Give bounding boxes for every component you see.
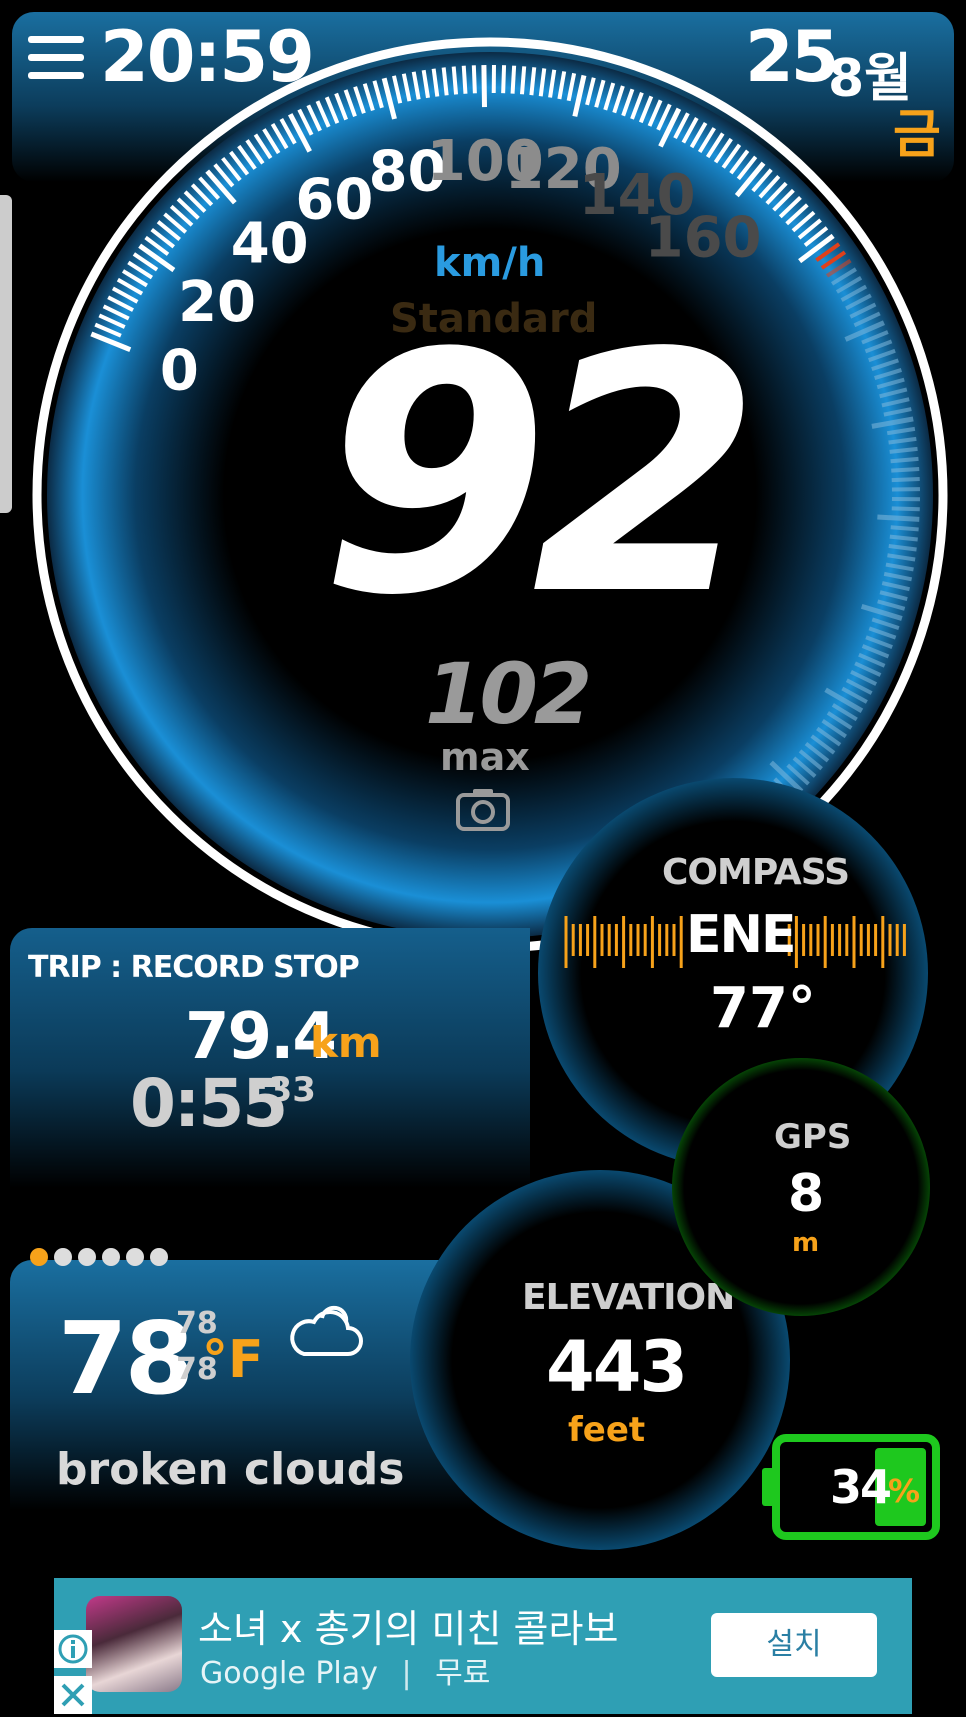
page-indicator[interactable]	[30, 1248, 174, 1270]
trip-seconds: :33	[255, 1070, 316, 1110]
compass-degrees: 77°	[710, 976, 816, 1041]
gauge-tick	[877, 514, 920, 522]
gauge-scale-label: 20	[178, 270, 256, 335]
gauge-tick	[471, 65, 477, 94]
gauge-tick	[891, 466, 920, 473]
page-dot[interactable]	[54, 1248, 72, 1266]
page-dot[interactable]	[102, 1248, 120, 1266]
gps-accuracy: 8	[788, 1164, 825, 1224]
ad-close-icon[interactable]	[54, 1676, 92, 1714]
gauge-scale-label: 160	[645, 206, 762, 271]
speed-unit: km/h	[434, 240, 546, 286]
gauge-tick	[891, 477, 920, 483]
page-dot[interactable]	[30, 1248, 48, 1266]
weather-description: broken clouds	[56, 1444, 405, 1495]
elevation-label: ELEVATION	[522, 1277, 735, 1318]
elevation-value: 443	[546, 1326, 688, 1408]
gauge-tick	[461, 65, 468, 94]
page-dot[interactable]	[150, 1248, 168, 1266]
gauge-scale-label: 60	[295, 167, 373, 232]
page-dot[interactable]	[78, 1248, 96, 1266]
camera-icon[interactable]	[455, 786, 511, 832]
gauge-tick	[510, 65, 517, 94]
battery-percent-sign: %	[888, 1472, 921, 1510]
temperature-unit: °F	[202, 1330, 264, 1390]
gauge-tick	[519, 66, 527, 95]
gauge-tick	[891, 506, 920, 512]
page-dot[interactable]	[126, 1248, 144, 1266]
gps-unit: m	[792, 1228, 820, 1258]
max-speed-label: max	[440, 735, 530, 779]
ad-install-button[interactable]: 설치	[711, 1613, 877, 1677]
elevation-unit: feet	[568, 1410, 646, 1450]
cloud-icon	[290, 1305, 363, 1356]
gauge-scale-label: 0	[160, 339, 199, 404]
gauge-tick	[501, 65, 507, 94]
ad-store: Google Play	[200, 1656, 378, 1691]
gauge-tick	[890, 525, 919, 532]
ad-title[interactable]: 소녀 x 총기의 미친 콜라보	[198, 1598, 618, 1653]
ad-app-thumbnail[interactable]	[86, 1596, 182, 1692]
gauge-tick	[890, 456, 919, 464]
ad-subtitle: Google Play | 무료	[200, 1648, 490, 1692]
ad-info-icon[interactable]	[54, 1630, 92, 1668]
temperature: 78	[58, 1300, 194, 1417]
trip-title: TRIP : RECORD STOP	[28, 950, 360, 985]
battery-level: 34	[830, 1460, 892, 1514]
trip-distance-unit: km	[310, 1018, 382, 1067]
max-speed: 102	[425, 645, 592, 743]
current-speed: 92	[320, 283, 761, 667]
gps-label: GPS	[774, 1117, 852, 1157]
ad-separator: |	[401, 1656, 412, 1691]
gauge-tick	[481, 65, 487, 108]
ad-price: 무료	[435, 1656, 491, 1691]
compass-label: COMPASS	[662, 852, 850, 893]
compass-direction: ENE	[686, 905, 797, 965]
gauge-tick	[451, 66, 459, 95]
